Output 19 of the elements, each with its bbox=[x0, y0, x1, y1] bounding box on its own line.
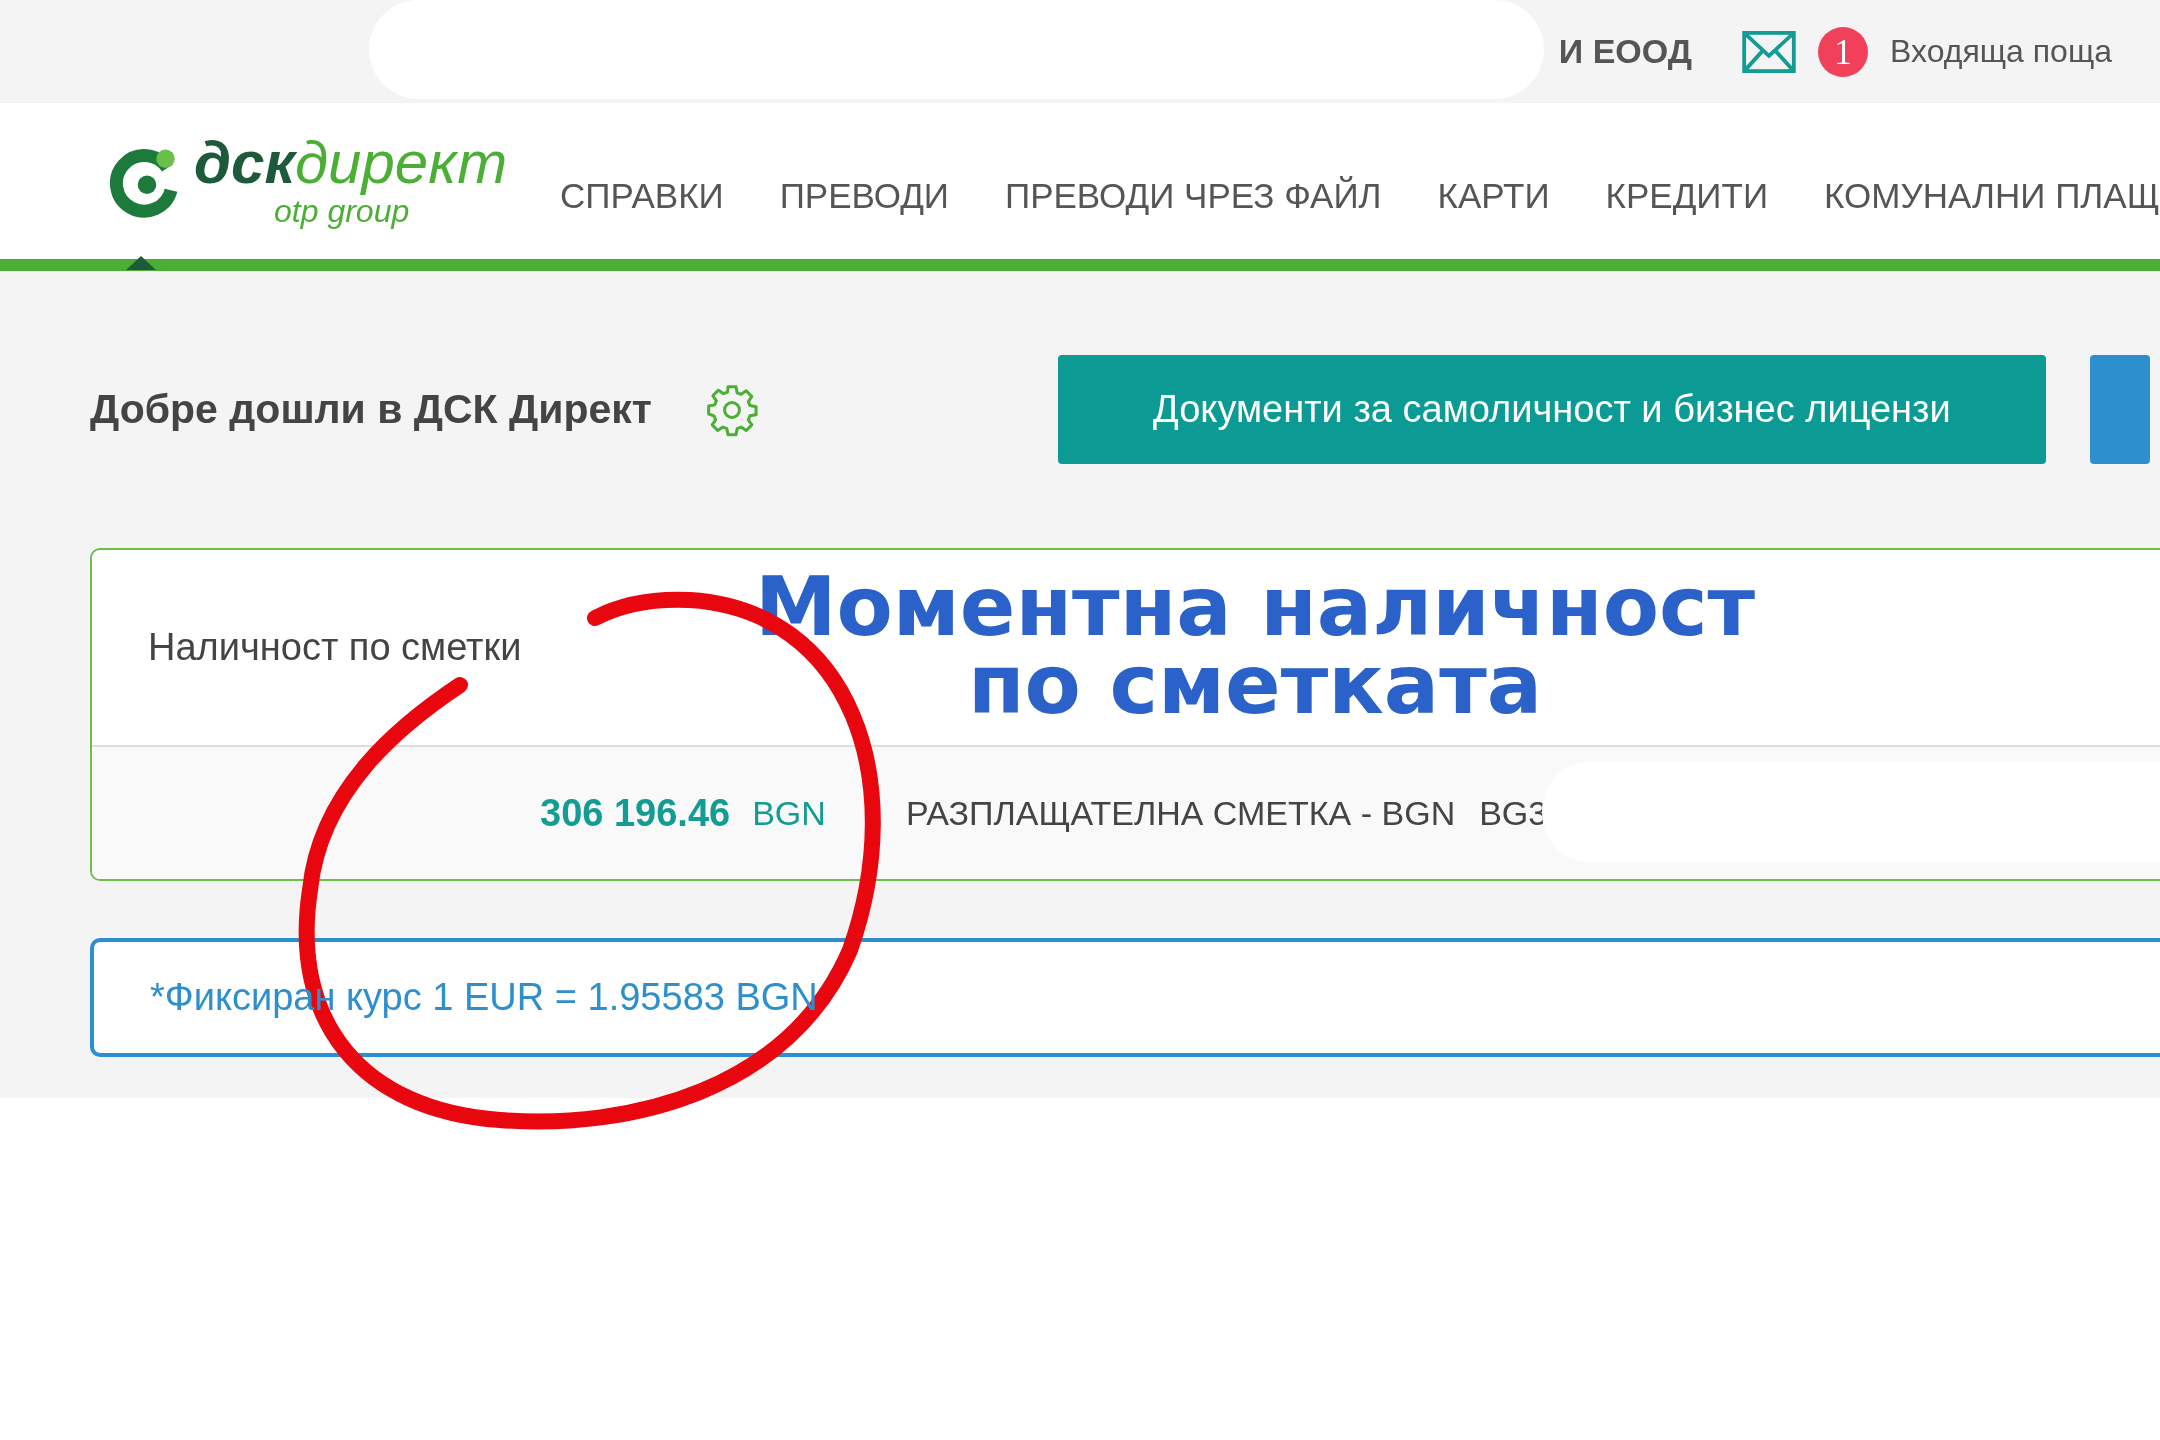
currency-label: BGN bbox=[752, 793, 826, 833]
nav-link[interactable]: СПРАВКИ bbox=[560, 176, 724, 216]
annotation-text: по сметката bbox=[967, 646, 1543, 724]
nav-link[interactable]: ПРЕВОДИ ЧРЕЗ ФАЙЛ bbox=[1005, 176, 1382, 216]
nav-link[interactable]: КОМУНАЛНИ ПЛАЩ bbox=[1824, 176, 2160, 216]
card-title: Наличност по сметки bbox=[148, 626, 522, 669]
nav-link[interactable]: ПРЕВОДИ bbox=[779, 176, 949, 216]
notification-badge: 1 bbox=[1818, 26, 1868, 77]
nav-link[interactable]: КАРТИ bbox=[1437, 176, 1550, 216]
pointer-icon bbox=[126, 255, 156, 270]
nav-link[interactable]: КРЕДИТИ bbox=[1605, 176, 1769, 216]
account-name: РАЗПЛАЩАТЕЛНА СМЕТКА - BGN bbox=[905, 793, 1456, 833]
company-name: И ЕООД bbox=[1558, 32, 1692, 71]
welcome-heading: Добре дошли в ДСК Директ bbox=[90, 386, 652, 433]
balance-amount: 306 196.46 bbox=[540, 791, 731, 835]
logo-text: дскдирект bbox=[194, 132, 508, 193]
annotation-text: Моментна наличност bbox=[754, 568, 1756, 646]
envelope-icon[interactable] bbox=[1742, 30, 1796, 73]
inbox-link[interactable]: Входяща поща bbox=[1890, 33, 2112, 70]
